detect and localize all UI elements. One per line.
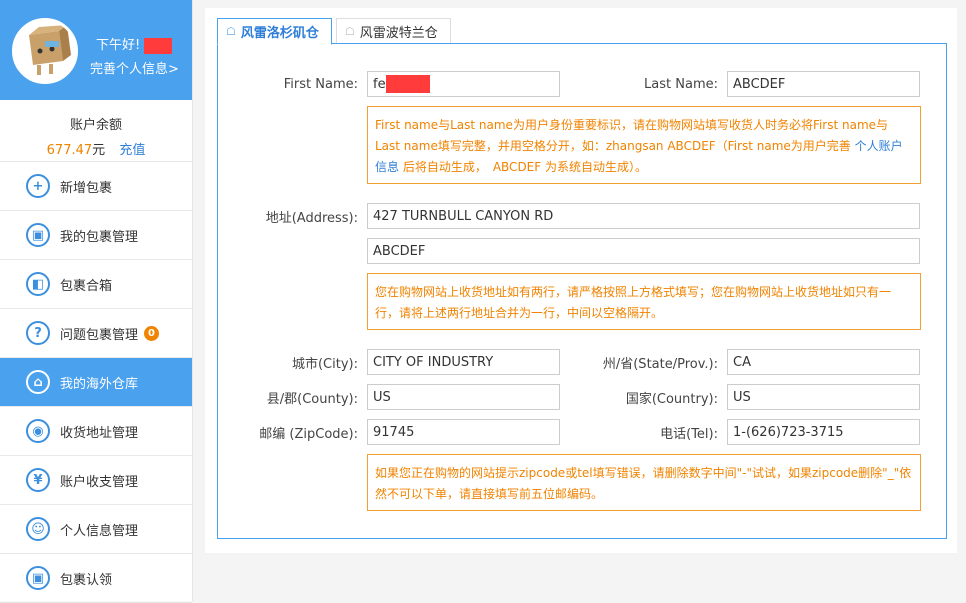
home-icon: ☖: [226, 25, 236, 38]
sidebar-item-label: 问题包裹管理: [60, 327, 139, 343]
avatar[interactable]: [12, 18, 78, 84]
balance-unit: 元: [92, 143, 106, 158]
package-icon: ▣: [26, 566, 50, 590]
question-icon: ?: [26, 321, 50, 345]
city-field[interactable]: CITY OF INDUSTRY: [367, 349, 560, 375]
sidebar-item-problem-packages[interactable]: ? 问题包裹管理 0: [0, 309, 192, 358]
profile-header: 下午好! 完善个人信息>: [0, 0, 192, 100]
state-label: 州/省(State/Prov.):: [602, 356, 718, 372]
sidebar-item-merge-packages[interactable]: ◧ 包裹合箱: [0, 260, 192, 309]
user-icon: ☺: [26, 517, 50, 541]
sidebar-item-label: 个人信息管理: [60, 523, 139, 539]
merge-icon: ◧: [26, 272, 50, 296]
home-icon: ☖: [344, 25, 355, 38]
problem-count-badge: 0: [144, 325, 160, 341]
sidebar-item-add-package[interactable]: + 新增包裹: [0, 162, 192, 211]
county-label: 县/郡(County):: [266, 391, 358, 407]
main-content: ☖ 风雷洛杉矶仓 ☖ 风雷波特兰仓 First Name: fe Last Na…: [205, 8, 957, 553]
sidebar-item-label: 我的海外仓库: [60, 376, 139, 392]
county-field[interactable]: US: [367, 384, 560, 410]
sidebar-item-label: 账户收支管理: [60, 474, 139, 490]
tab-label: 风雷洛杉矶仓: [240, 26, 319, 41]
name-note-text: First name与Last name为用户身份重要标识，请在购物网站填写收货…: [375, 118, 889, 153]
redacted-first-name: [385, 75, 430, 93]
name-instruction-note: First name与Last name为用户身份重要标识，请在购物网站填写收货…: [367, 106, 921, 184]
sidebar-item-label: 我的包裹管理: [60, 229, 139, 245]
zipcode-label: 邮编 (ZipCode):: [259, 426, 358, 442]
zipcode-instruction-note: 如果您正在购物的网站提示zipcode或tel填写错误，请删除数字中间"-"试试…: [367, 454, 921, 511]
recharge-link[interactable]: 充值: [119, 143, 145, 158]
balance-section: 账户余额 677.47元 充值: [0, 100, 192, 162]
tel-field[interactable]: 1-(626)723-3715: [727, 419, 920, 445]
country-label: 国家(Country):: [625, 391, 718, 407]
sidebar: 下午好! 完善个人信息> 账户余额 677.47元 充值 + 新增包裹 ▣ 我的…: [0, 0, 193, 603]
sidebar-item-label: 收货地址管理: [60, 425, 139, 441]
warehouse-tabs: ☖ 风雷洛杉矶仓 ☖ 风雷波特兰仓: [217, 18, 455, 45]
address-line1-field[interactable]: 427 TURNBULL CANYON RD: [367, 203, 920, 229]
complete-profile-link[interactable]: 完善个人信息>: [90, 58, 179, 77]
balance-amount: 677.47: [46, 143, 93, 158]
zipcode-field[interactable]: 91745: [367, 419, 560, 445]
first-name-label: First Name:: [283, 76, 358, 92]
sidebar-item-overseas-warehouse[interactable]: ⌂ 我的海外仓库: [0, 358, 192, 407]
tab-los-angeles-warehouse[interactable]: ☖ 风雷洛杉矶仓: [217, 18, 332, 45]
name-note-text-2: 后将自动生成， ABCDEF 为系统自动生成）。: [399, 160, 647, 174]
tab-label: 风雷波特兰仓: [359, 26, 438, 41]
money-icon: ¥: [26, 468, 50, 492]
tab-portland-warehouse[interactable]: ☖ 风雷波特兰仓: [335, 18, 451, 44]
last-name-field[interactable]: ABCDEF: [727, 71, 920, 97]
city-label: 城市(City):: [291, 356, 358, 372]
avatar-cardboard-icon: [15, 21, 75, 81]
sidebar-item-account-transactions[interactable]: ¥ 账户收支管理: [0, 456, 192, 505]
package-icon: ▣: [26, 223, 50, 247]
sidebar-item-label: 新增包裹: [60, 180, 113, 196]
sidebar-item-claim-package[interactable]: ▣ 包裹认领: [0, 554, 192, 603]
sidebar-item-label: 包裹合箱: [60, 278, 113, 294]
address-instruction-note: 您在购物网站上收货地址如有两行，请严格按照上方格式填写；您在购物网站上收货地址如…: [367, 273, 921, 330]
last-name-label: Last Name:: [644, 76, 718, 92]
first-name-value: fe: [373, 76, 386, 92]
balance-title: 账户余额: [69, 118, 122, 133]
sidebar-item-my-packages[interactable]: ▣ 我的包裹管理: [0, 211, 192, 260]
warehouse-address-panel: First Name: fe Last Name: ABCDEF First n…: [217, 43, 947, 539]
tel-label: 电话(Tel):: [660, 426, 718, 442]
sidebar-item-label: 包裹认领: [60, 572, 113, 588]
first-name-field[interactable]: fe: [367, 71, 560, 97]
redacted-username: [144, 37, 173, 54]
sidebar-item-addresses[interactable]: ◉ 收货地址管理: [0, 407, 192, 456]
state-field[interactable]: CA: [727, 349, 920, 375]
warehouse-icon: ⌂: [26, 370, 50, 394]
location-pin-icon: ◉: [26, 419, 50, 443]
address-label: 地址(Address):: [265, 210, 358, 226]
sidebar-item-personal-info[interactable]: ☺ 个人信息管理: [0, 505, 192, 554]
plus-icon: +: [26, 174, 50, 198]
address-line2-field[interactable]: ABCDEF: [367, 238, 920, 264]
greeting: 下午好!: [96, 34, 173, 54]
country-field[interactable]: US: [727, 384, 920, 410]
